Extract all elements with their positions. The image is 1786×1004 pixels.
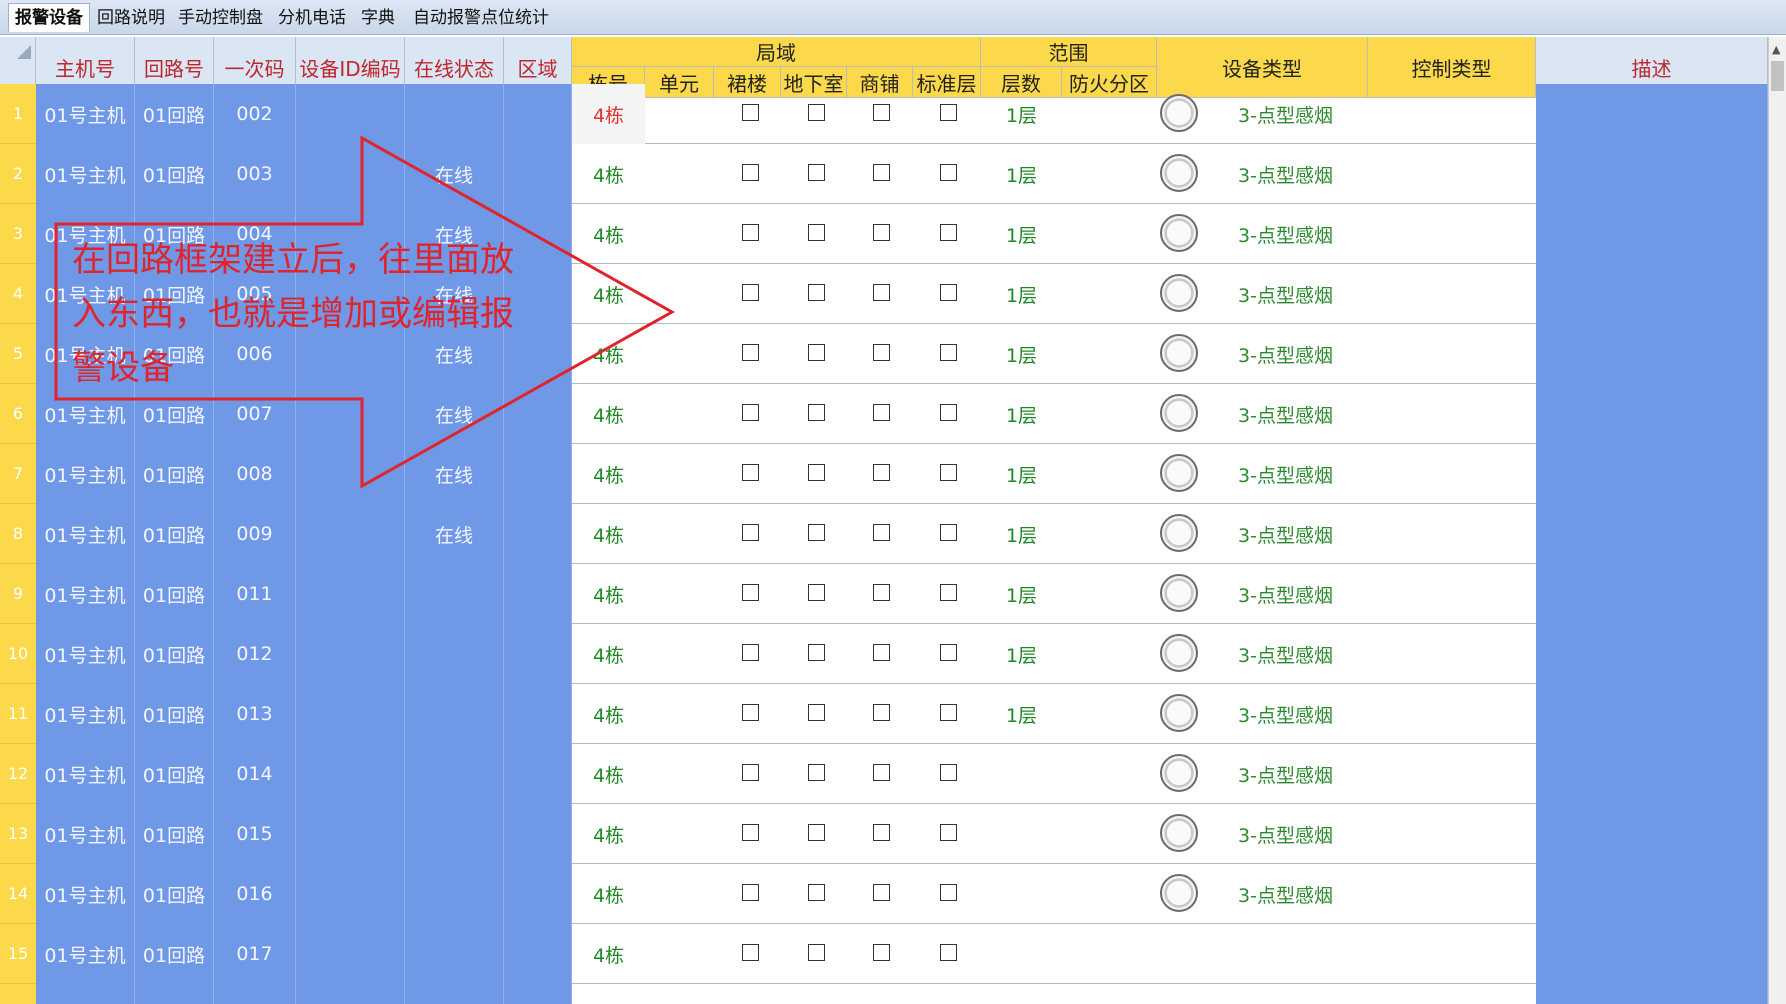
annotation-arrow — [54, 135, 676, 489]
annotation-text: 在回路框架建立后，往里面放入东西，也就是增加或编辑报警设备 — [72, 240, 514, 388]
